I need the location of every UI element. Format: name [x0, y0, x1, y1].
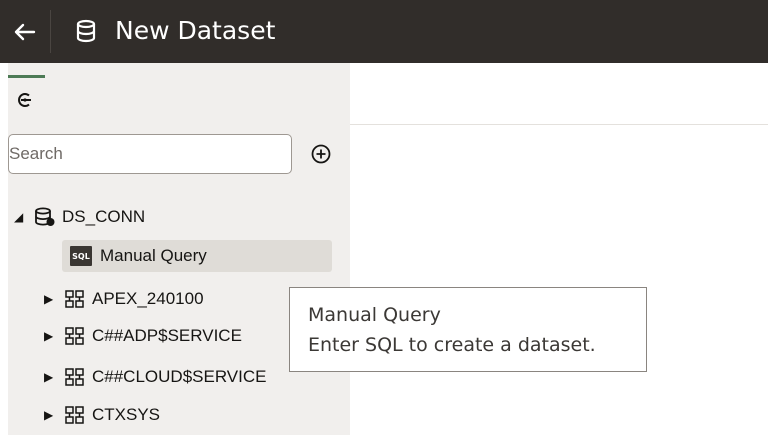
schema-label: C##ADP$SERVICE	[92, 326, 242, 345]
schema-label: CTXSYS	[92, 405, 161, 424]
tooltip-text: Enter SQL to create a dataset.	[308, 334, 596, 356]
tooltip: Manual Query Enter SQL to create a datas…	[289, 287, 647, 372]
caret-down-icon[interactable]: ◢	[14, 210, 34, 224]
caret-right-icon[interactable]: ▶	[44, 370, 64, 384]
caret-right-icon[interactable]: ▶	[44, 408, 64, 422]
header-bar: New Dataset	[0, 0, 768, 63]
database-connection-icon	[35, 207, 55, 226]
plus-circle-icon[interactable]	[310, 143, 332, 165]
content-divider	[350, 124, 768, 125]
manual-query-label: Manual Query	[100, 246, 207, 265]
tooltip-title: Manual Query	[308, 304, 441, 326]
schema-icon	[65, 290, 84, 308]
schema-icon	[65, 406, 84, 424]
back-button[interactable]	[0, 0, 50, 63]
tab-connections[interactable]	[12, 87, 38, 113]
tree-item-schema[interactable]: ▶ C##CLOUD$SERVICE	[44, 360, 266, 394]
schema-icon	[65, 327, 84, 345]
tree-item-schema[interactable]: ▶ C##ADP$SERVICE	[44, 319, 242, 353]
database-icon	[76, 19, 96, 43]
schema-label: C##CLOUD$SERVICE	[92, 367, 267, 386]
caret-right-icon[interactable]: ▶	[44, 292, 64, 306]
sql-icon: SQL	[70, 246, 92, 266]
schema-label: APEX_240100	[92, 289, 204, 308]
tree-item-schema[interactable]: ▶ CTXSYS	[44, 398, 160, 432]
page-title: New Dataset	[115, 16, 276, 45]
tree-item-schema[interactable]: ▶ APEX_240100	[44, 282, 204, 316]
tree-item-connection[interactable]: ◢ DS_CONN	[14, 200, 145, 234]
connection-icon	[18, 93, 31, 107]
active-tab-indicator	[8, 75, 45, 78]
tree-item-manual-query[interactable]: SQL Manual Query	[62, 240, 332, 272]
header-divider	[50, 10, 51, 53]
panel-edge	[0, 63, 8, 435]
schema-icon	[65, 368, 84, 386]
search-field[interactable]	[8, 134, 292, 174]
caret-right-icon[interactable]: ▶	[44, 329, 64, 343]
connection-label: DS_CONN	[62, 207, 146, 226]
search-input[interactable]	[9, 144, 291, 164]
arrow-left-icon	[14, 23, 36, 40]
